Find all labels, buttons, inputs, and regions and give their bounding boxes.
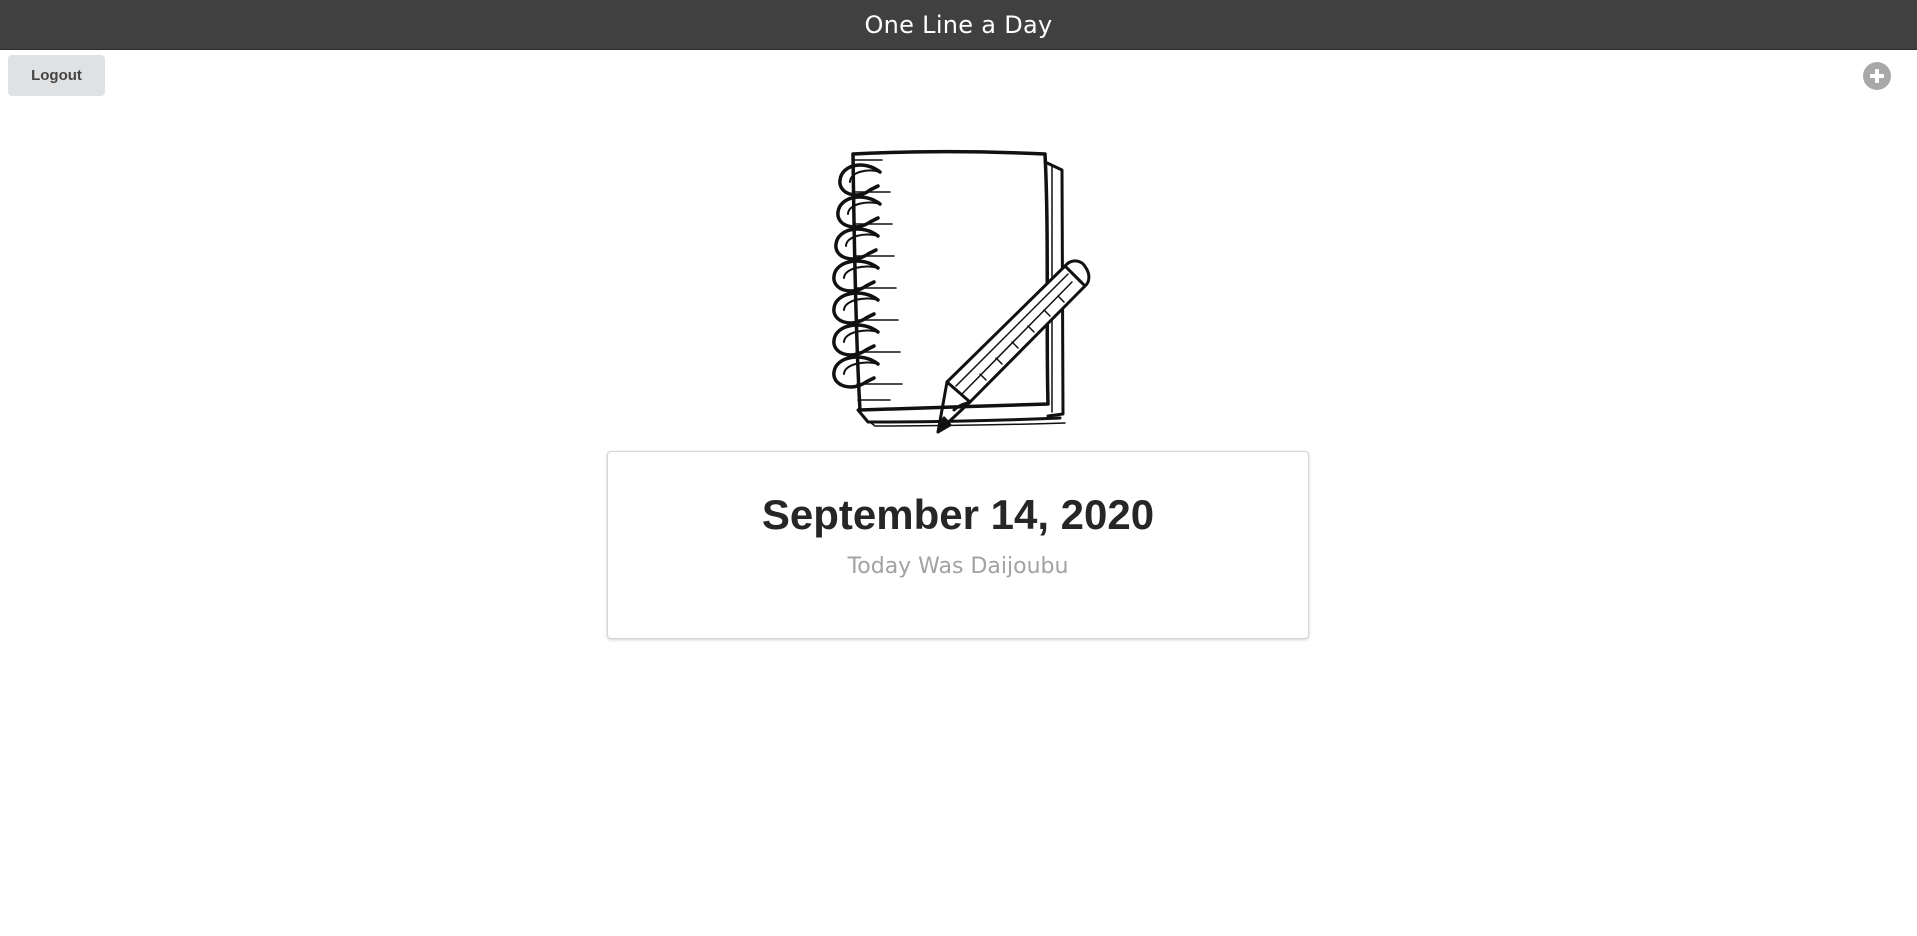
plus-circle-icon[interactable]	[1863, 62, 1891, 90]
entry-text: Today Was Daijoubu	[847, 554, 1069, 580]
logout-button[interactable]: Logout	[8, 55, 105, 96]
entry-card[interactable]: September 14, 2020 Today Was Daijoubu	[607, 451, 1309, 639]
notebook-pencil-illustration	[832, 150, 1091, 434]
app-title: One Line a Day	[864, 10, 1053, 39]
app-header: One Line a Day	[0, 0, 1917, 50]
entry-date: September 14, 2020	[761, 491, 1155, 538]
